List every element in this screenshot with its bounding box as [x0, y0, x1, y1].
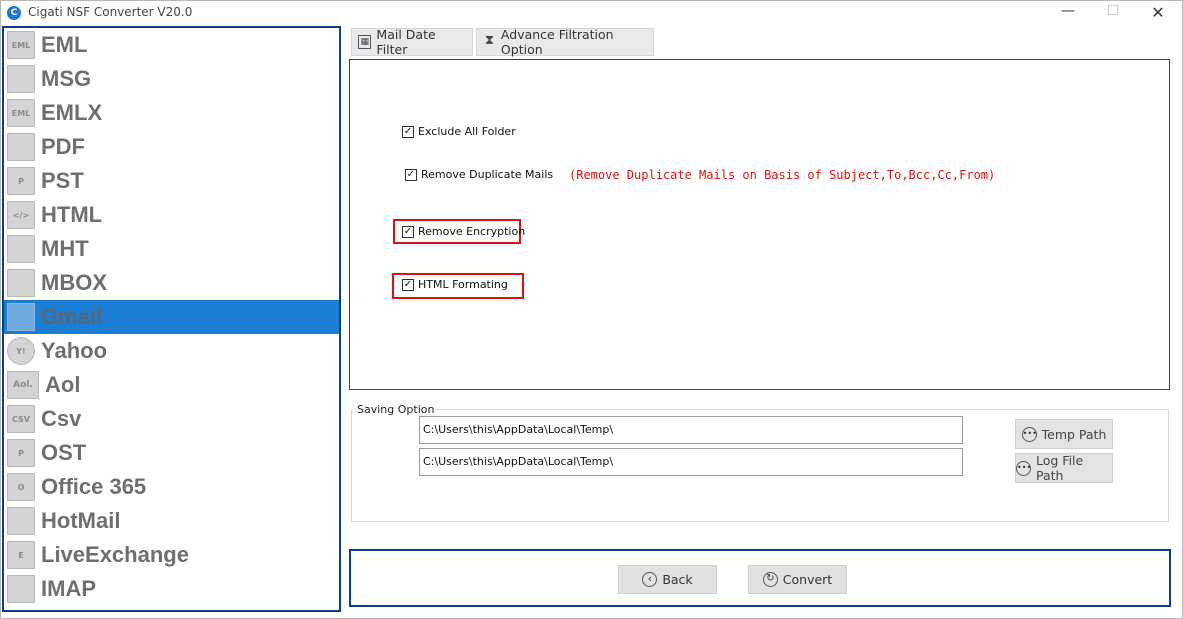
emlx-file-icon: EML [7, 99, 35, 127]
sidebar-item-label: OST [41, 440, 87, 465]
sidebar-item-label: Csv [41, 406, 82, 431]
sidebar-item-label: HotMail [41, 508, 121, 533]
office365-icon: O [7, 473, 35, 501]
temp-path-field[interactable]: C:\Users\this\AppData\Local\Temp\ [419, 416, 963, 444]
sidebar-item-label: IMAP [41, 576, 96, 601]
msg-envelope-icon [7, 65, 35, 93]
html-formating-option[interactable]: ✓ HTML Formating [402, 278, 508, 291]
sidebar-item-label: HTML [41, 202, 103, 227]
duplicate-basis-note: (Remove Duplicate Mails on Basis of Subj… [569, 168, 996, 182]
hotmail-icon [7, 507, 35, 535]
more-icon: ••• [1016, 460, 1031, 476]
sidebar-item-hotmail[interactable]: HotMail [4, 504, 339, 538]
sidebar-item-label: Yahoo [41, 338, 108, 363]
sidebar-item-label: PST [41, 168, 84, 193]
sidebar-item-label: PDF [41, 134, 85, 159]
convert-button-label: Convert [782, 572, 833, 587]
sidebar-item-office-365[interactable]: O Office 365 [4, 470, 339, 504]
tab-mail-date-filter[interactable]: ▦ Mail Date Filter [351, 27, 473, 57]
sidebar-item-label: MSG [41, 66, 92, 91]
aol-icon: Aol. [7, 371, 39, 399]
sidebar-item-mht[interactable]: MHT [4, 232, 339, 266]
exclude-all-folder-checkbox[interactable]: ✓ [402, 125, 414, 138]
hourglass-icon: ⧗ [484, 33, 495, 48]
back-button[interactable]: ‹ Back [618, 565, 717, 594]
sidebar-item-ost[interactable]: P OST [4, 436, 339, 470]
back-button-label: Back [662, 572, 693, 587]
close-button[interactable]: ✕ [1138, 3, 1178, 25]
sidebar-item-label: LiveExchange [41, 542, 189, 567]
convert-button[interactable]: ↻ Convert [748, 565, 847, 594]
temp-path-button[interactable]: ••• Temp Path [1015, 419, 1113, 449]
sidebar-item-label: Office 365 [41, 474, 147, 499]
minimize-button[interactable]: — [1048, 3, 1088, 25]
sidebar-item-eml[interactable]: EML EML [4, 28, 339, 62]
exclude-all-folder-option[interactable]: ✓ Exclude All Folder [402, 125, 516, 138]
html-formating-label: HTML Formating [418, 278, 508, 291]
sidebar-item-aol[interactable]: Aol. Aol [4, 368, 339, 402]
title-bar: C Cigati NSF Converter V20.0 — ☐ ✕ [1, 1, 1182, 25]
ost-file-icon: P [7, 439, 35, 467]
log-file-path-button[interactable]: ••• Log File Path [1015, 453, 1113, 483]
pdf-file-icon [7, 133, 35, 161]
convert-refresh-icon: ↻ [762, 572, 778, 587]
sidebar-item-msg[interactable]: MSG [4, 62, 339, 96]
sidebar-item-label: EMLX [41, 100, 103, 125]
gmail-icon [7, 303, 35, 331]
window-title: Cigati NSF Converter V20.0 [28, 5, 193, 19]
temp-path-button-label: Temp Path [1041, 426, 1107, 442]
maximize-button[interactable]: ☐ [1093, 3, 1133, 25]
pst-file-icon: P [7, 167, 35, 195]
mbox-envelope-icon [7, 269, 35, 297]
sidebar-item-label: EML [41, 32, 88, 57]
log-file-path-field[interactable]: C:\Users\this\AppData\Local\Temp\ [419, 448, 963, 476]
sidebar-item-label: MBOX [41, 270, 107, 295]
sidebar-item-liveexchange[interactable]: E LiveExchange [4, 538, 339, 572]
remove-duplicate-mails-checkbox[interactable]: ✓ [405, 168, 417, 181]
sidebar-item-pst[interactable]: P PST [4, 164, 339, 198]
back-arrow-icon: ‹ [642, 572, 658, 587]
tab-label: Mail Date Filter [376, 27, 436, 57]
csv-file-icon: CSV [7, 405, 35, 433]
sidebar-item-label: Gmail [41, 304, 103, 329]
eml-file-icon: EML [7, 31, 35, 59]
sidebar-item-csv[interactable]: CSV Csv [4, 402, 339, 436]
tab-advance-filtration-option[interactable]: ⧗ Advance Filtration Option [476, 27, 654, 57]
format-sidebar: EML EML MSG EML EMLX PDF P PST </> HTML … [2, 26, 341, 612]
html-file-icon: </> [7, 201, 35, 229]
app-logo-icon: C [7, 6, 21, 20]
sidebar-item-mbox[interactable]: MBOX [4, 266, 339, 300]
remove-encryption-option[interactable]: ✓ Remove Encryption [402, 225, 525, 238]
sidebar-item-yahoo[interactable]: Y! Yahoo [4, 334, 339, 368]
remove-encryption-checkbox[interactable]: ✓ [402, 225, 414, 238]
sidebar-item-pdf[interactable]: PDF [4, 130, 339, 164]
sidebar-item-html[interactable]: </> HTML [4, 198, 339, 232]
html-formating-checkbox[interactable]: ✓ [402, 278, 414, 291]
mht-file-icon [7, 235, 35, 263]
saving-option-legend: Saving Option [355, 403, 437, 416]
sidebar-item-label: Aol [45, 372, 81, 397]
imap-icon [7, 575, 35, 603]
calendar-icon: ▦ [358, 35, 372, 49]
sidebar-item-emlx[interactable]: EML EMLX [4, 96, 339, 130]
remove-encryption-label: Remove Encryption [418, 225, 526, 238]
sidebar-item-imap[interactable]: IMAP [4, 572, 339, 606]
exclude-all-folder-label: Exclude All Folder [418, 125, 516, 138]
sidebar-item-gmail[interactable]: Gmail [4, 300, 339, 334]
log-file-path-button-label: Log File Path [1036, 453, 1084, 483]
more-icon: ••• [1021, 426, 1037, 442]
exchange-icon: E [7, 541, 35, 569]
sidebar-item-label: MHT [41, 236, 89, 261]
yahoo-icon: Y! [7, 337, 35, 365]
remove-duplicate-mails-label: Remove Duplicate Mails [421, 168, 554, 181]
tab-label: Advance Filtration Option [500, 27, 614, 57]
remove-duplicate-mails-option[interactable]: ✓ Remove Duplicate Mails [405, 168, 553, 181]
